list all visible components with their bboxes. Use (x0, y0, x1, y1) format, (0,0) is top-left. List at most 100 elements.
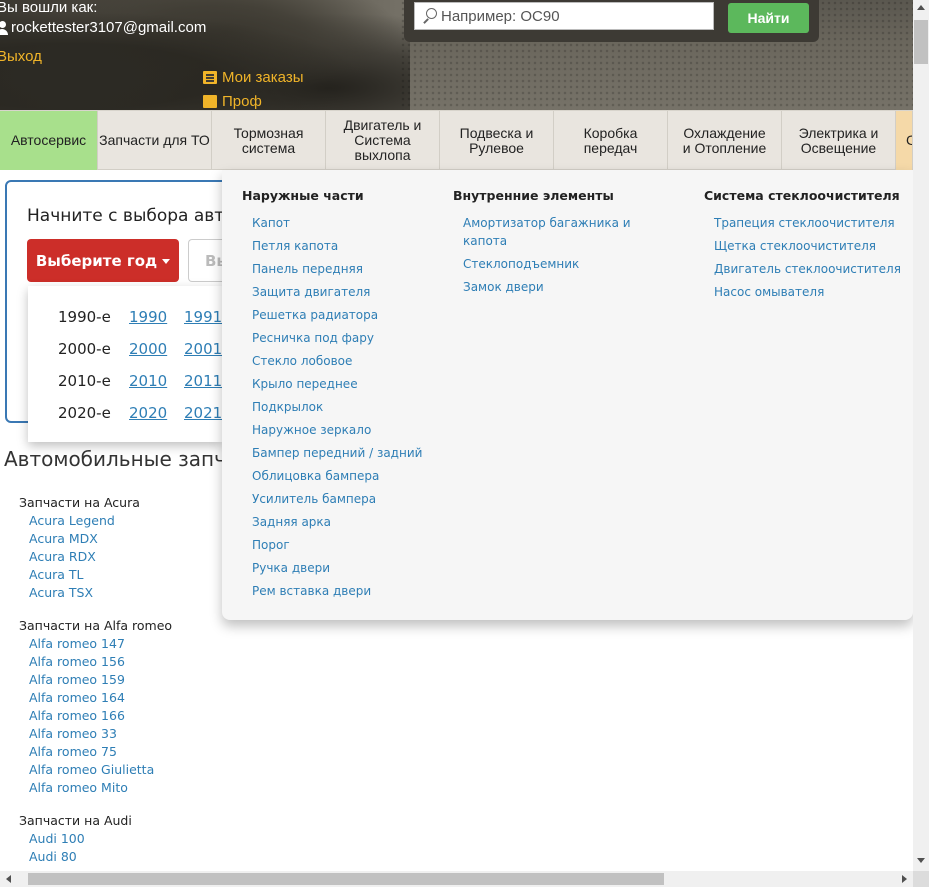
year-option[interactable]: 2020 (129, 404, 167, 422)
mega-link[interactable]: капота (463, 232, 507, 250)
nav-item-transmission[interactable]: Коробка передач (554, 111, 668, 170)
model-link[interactable]: Alfa romeo 147 (29, 636, 125, 651)
mega-link[interactable]: Панель передняя (252, 260, 363, 278)
profile-link[interactable]: Проф (203, 93, 262, 110)
mega-link[interactable]: Стеклоподъемник (463, 255, 579, 273)
nav-item-partial[interactable]: С (896, 111, 913, 170)
brand-heading: Запчасти на Audi (19, 813, 132, 828)
user-info: rockettester3107@gmail.com (0, 19, 206, 36)
profile-label: Проф (222, 93, 262, 110)
site-header: Вы вошли как: rockettester3107@gmail.com… (0, 0, 913, 110)
search-icon (421, 8, 437, 24)
mega-link[interactable]: Петля капота (252, 237, 338, 255)
select-year-button[interactable]: Выберите год (27, 239, 179, 282)
mega-link[interactable]: Капот (252, 214, 290, 232)
model-link[interactable]: Alfa romeo 33 (29, 726, 117, 741)
mega-link[interactable]: Крыло переднее (252, 375, 358, 393)
model-link[interactable]: Alfa romeo Giulietta (29, 762, 154, 777)
search-box: Найти (404, 0, 819, 42)
my-orders-link[interactable]: Мои заказы (203, 69, 304, 86)
year-option[interactable]: 2010 (129, 372, 167, 390)
search-field[interactable] (414, 2, 714, 30)
model-link[interactable]: Alfa romeo 164 (29, 690, 125, 705)
year-option[interactable]: 1990 (129, 308, 167, 326)
nav-item-cooling-heating[interactable]: Охлаждение и Отопление (668, 111, 782, 170)
decade-label: 2010-е (58, 372, 111, 390)
mega-link[interactable]: Двигатель стеклоочистителя (714, 260, 901, 278)
select-year-label: Выберите год (35, 251, 158, 270)
brand-heading: Запчасти на Alfa romeo (19, 618, 173, 633)
horizontal-scroll-thumb[interactable] (28, 873, 664, 885)
scroll-left-icon[interactable] (6, 875, 11, 883)
model-link[interactable]: Alfa romeo 75 (29, 744, 117, 759)
nav-item-autoservice[interactable]: Автосервис (0, 111, 98, 170)
nav-item-electrics-lighting[interactable]: Электрика и Освещение (782, 111, 896, 170)
mega-link[interactable]: Наружное зеркало (252, 421, 371, 439)
mega-link[interactable]: Рем вставка двери (252, 582, 371, 600)
list-icon (203, 71, 217, 84)
scroll-right-icon[interactable] (902, 875, 907, 883)
year-dropdown: 1990-е 1990 1991 2000-е 2000 2001 2010-е… (28, 286, 222, 442)
logged-in-label: Вы вошли как: (0, 0, 98, 16)
logout-link[interactable]: Выход (0, 48, 42, 65)
mega-link[interactable]: Ручка двери (252, 559, 330, 577)
category-nav: Автосервис Запчасти для ТО Тормозная сис… (0, 110, 913, 170)
mega-link[interactable]: Ресничка под фару (252, 329, 374, 347)
caret-down-icon (162, 259, 171, 264)
page: Вы вошли как: rockettester3107@gmail.com… (0, 0, 929, 887)
mega-link[interactable]: Защита двигателя (252, 283, 370, 301)
scroll-down-icon[interactable] (917, 858, 925, 863)
year-option[interactable]: 2000 (129, 340, 167, 358)
model-link[interactable]: Acura TL (29, 567, 84, 582)
mega-link[interactable]: Замок двери (463, 278, 544, 296)
nav-item-engine-exhaust[interactable]: Двигатель и Система выхлопа (326, 111, 440, 170)
vertical-scrollbar[interactable] (913, 0, 929, 871)
mega-link[interactable]: Амортизатор багажника и (463, 214, 631, 232)
model-link[interactable]: Audi 100 (29, 831, 85, 846)
year-option[interactable]: 1991 (184, 308, 222, 326)
mega-link[interactable]: Стекло лобовое (252, 352, 352, 370)
decade-label: 2000-е (58, 340, 111, 358)
mega-link[interactable]: Усилитель бампера (252, 490, 376, 508)
mega-link[interactable]: Насос омывателя (714, 283, 824, 301)
model-link[interactable]: Alfa romeo Mito (29, 780, 128, 795)
year-option[interactable]: 2001 (184, 340, 222, 358)
scroll-corner (913, 871, 929, 887)
mega-link[interactable]: Порог (252, 536, 290, 554)
year-option[interactable]: 2021 (184, 404, 222, 422)
mega-link[interactable]: Задняя арка (252, 513, 331, 531)
mega-menu: Наружные части Капот Петля капота Панель… (222, 170, 913, 620)
year-option[interactable]: 2011 (184, 372, 222, 390)
decade-label: 2020-е (58, 404, 111, 422)
vertical-scroll-thumb[interactable] (914, 20, 928, 64)
nav-item-brake-system[interactable]: Тормозная система (212, 111, 326, 170)
search-input[interactable] (441, 7, 701, 25)
mega-link[interactable]: Трапеция стеклоочистителя (714, 214, 895, 232)
catalog-title: Автомобильные запча (4, 447, 239, 471)
brand-heading: Запчасти на Acura (19, 495, 140, 510)
search-button[interactable]: Найти (728, 3, 809, 33)
mega-link[interactable]: Бампер передний / задний (252, 444, 422, 462)
model-link[interactable]: Alfa romeo 159 (29, 672, 125, 687)
model-link[interactable]: Acura TSX (29, 585, 93, 600)
model-link[interactable]: Acura Legend (29, 513, 115, 528)
model-link[interactable]: Alfa romeo 166 (29, 708, 125, 723)
model-link[interactable]: Alfa romeo 156 (29, 654, 125, 669)
my-orders-label: Мои заказы (222, 69, 304, 86)
decade-label: 1990-е (58, 308, 111, 326)
mega-link[interactable]: Облицовка бампера (252, 467, 379, 485)
mega-link[interactable]: Решетка радиатора (252, 306, 378, 324)
model-link[interactable]: Audi 80 (29, 849, 77, 864)
user-email: rockettester3107@gmail.com (11, 19, 207, 36)
selector-title: Начните с выбора авто (27, 206, 235, 226)
model-link[interactable]: Acura MDX (29, 531, 98, 546)
nav-item-suspension-steering[interactable]: Подвеска и Рулевое (440, 111, 554, 170)
mega-link[interactable]: Подкрылок (252, 398, 323, 416)
mega-column-heading: Система стеклоочистителя (704, 188, 900, 203)
mega-link[interactable]: Щетка стеклоочистителя (714, 237, 876, 255)
profile-icon (203, 95, 217, 108)
scroll-up-icon[interactable] (917, 5, 925, 10)
user-icon (0, 20, 8, 35)
model-link[interactable]: Acura RDX (29, 549, 96, 564)
nav-item-maintenance-parts[interactable]: Запчасти для ТО (98, 111, 212, 170)
